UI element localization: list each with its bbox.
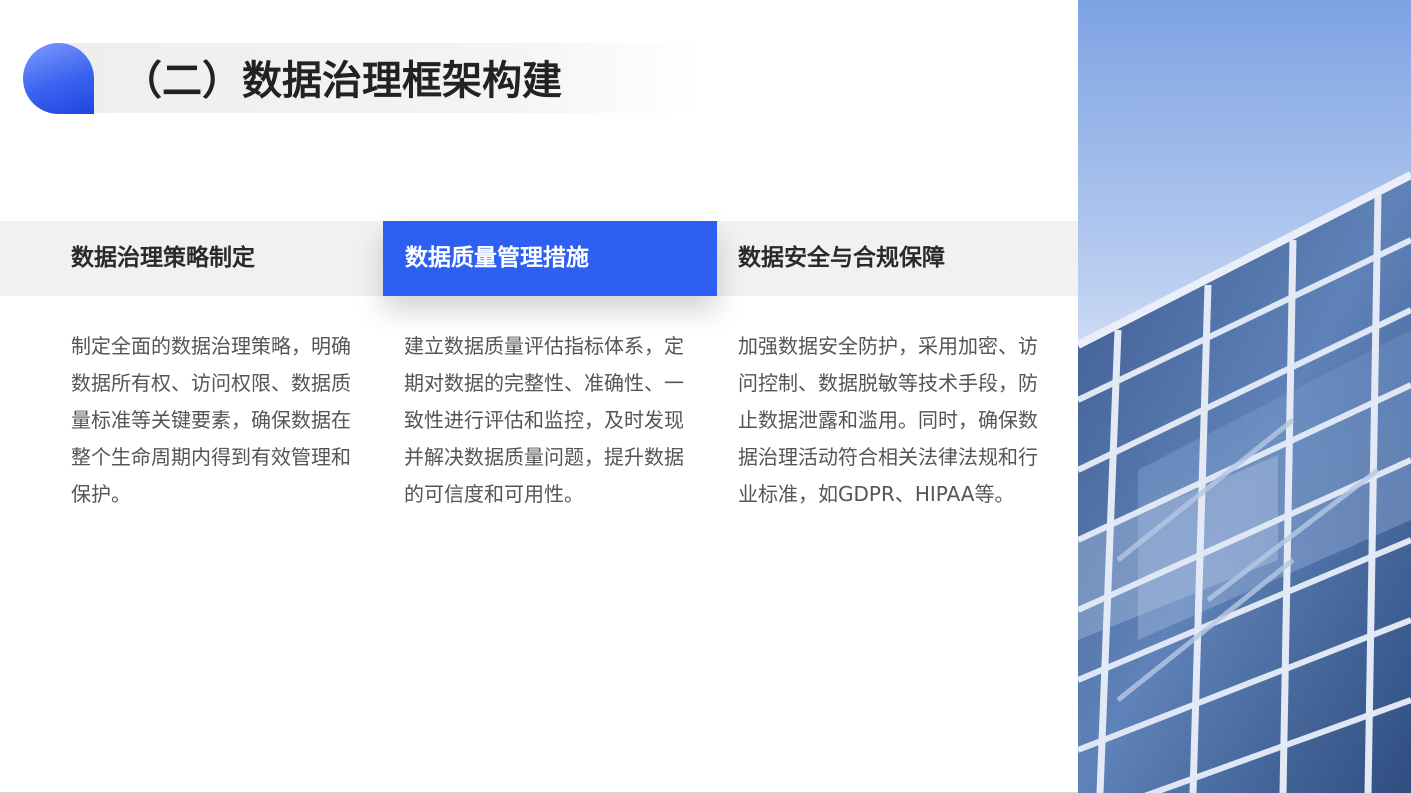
page-title: （二）数据治理框架构建 <box>122 58 562 104</box>
tab-label: 数据治理策略制定 <box>71 245 255 271</box>
title-badge-icon <box>23 43 94 114</box>
security-description: 加强数据安全防护，采用加密、访问控制、数据脱敏等技术手段，防止数据泄露和滥用。同… <box>738 334 1038 506</box>
quality-description: 建立数据质量评估指标体系，定期对数据的完整性、准确性、一致性进行评估和监控，及时… <box>404 334 684 506</box>
tab-strategy[interactable]: 数据治理策略制定 <box>0 221 383 296</box>
tab-label: 数据安全与合规保障 <box>738 245 945 271</box>
building-photo <box>1078 0 1411 793</box>
slide: （二）数据治理框架构建 数据治理策略制定 数据质量管理措施 数据安全与合规保障 … <box>0 0 1411 793</box>
tab-label: 数据质量管理措施 <box>405 245 589 271</box>
strategy-description: 制定全面的数据治理策略，明确数据所有权、访问权限、数据质量标准等关键要素，确保数… <box>71 334 351 506</box>
tab-quality-active[interactable]: 数据质量管理措施 <box>383 221 717 296</box>
tab-security[interactable]: 数据安全与合规保障 <box>717 221 1113 296</box>
